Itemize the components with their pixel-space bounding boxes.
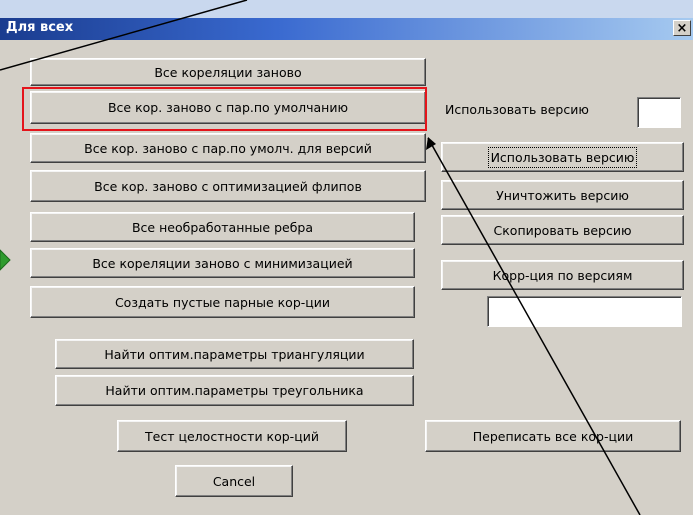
annotation-overlay: [0, 0, 641, 515]
annotation-line-top: [0, 0, 248, 71]
annotation-arrow-line: [427, 137, 641, 515]
marker-triangle-icon: [0, 249, 11, 271]
